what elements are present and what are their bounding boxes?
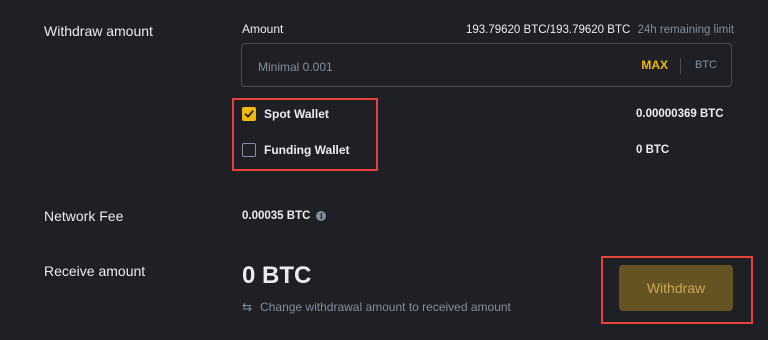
max-button[interactable]: MAX xyxy=(641,58,668,72)
spot-wallet-label: Spot Wallet xyxy=(264,107,329,121)
funding-wallet-checkbox[interactable] xyxy=(242,143,256,157)
spot-wallet-checkbox[interactable] xyxy=(242,107,256,121)
spot-wallet-option[interactable]: Spot Wallet xyxy=(242,107,329,121)
limit-sub-label: 24h remaining limit xyxy=(637,24,734,36)
check-icon xyxy=(244,110,254,118)
receive-amount-value: 0 BTC xyxy=(242,262,312,289)
network-fee-label: Network Fee xyxy=(44,208,124,224)
amount-label: Amount xyxy=(242,22,284,36)
network-fee-value: 0.00035 BTC xyxy=(242,210,311,222)
amount-input[interactable] xyxy=(256,56,560,78)
withdraw-panel: Withdraw amount Amount 193.79620 BTC/193… xyxy=(0,0,768,340)
funding-wallet-label: Funding Wallet xyxy=(264,143,350,157)
spot-wallet-balance: 0.00000369 BTC xyxy=(636,108,724,120)
amount-input-container: MAX BTC xyxy=(241,43,732,87)
receive-amount-label: Receive amount xyxy=(44,263,146,279)
withdraw-button[interactable]: Withdraw xyxy=(619,265,733,311)
limit-value: 193.79620 BTC/193.79620 BTC xyxy=(465,24,631,36)
funding-wallet-option[interactable]: Funding Wallet xyxy=(242,143,350,157)
withdraw-amount-label: Withdraw amount xyxy=(44,23,153,39)
coin-suffix: BTC xyxy=(695,59,717,71)
network-fee-value-row: 0.00035 BTC i xyxy=(242,210,327,222)
amount-switch-text[interactable]: Change withdrawal amount to received amo… xyxy=(260,300,511,314)
swap-icon: ⇆ xyxy=(242,300,253,314)
divider xyxy=(680,58,681,74)
limit-info: 193.79620 BTC/193.79620 BTC 24h remainin… xyxy=(466,24,734,36)
info-icon[interactable]: i xyxy=(316,211,327,221)
funding-wallet-balance: 0 BTC xyxy=(636,144,670,156)
amount-switch-hint[interactable]: ⇆ Change withdrawal amount to received a… xyxy=(242,300,511,314)
